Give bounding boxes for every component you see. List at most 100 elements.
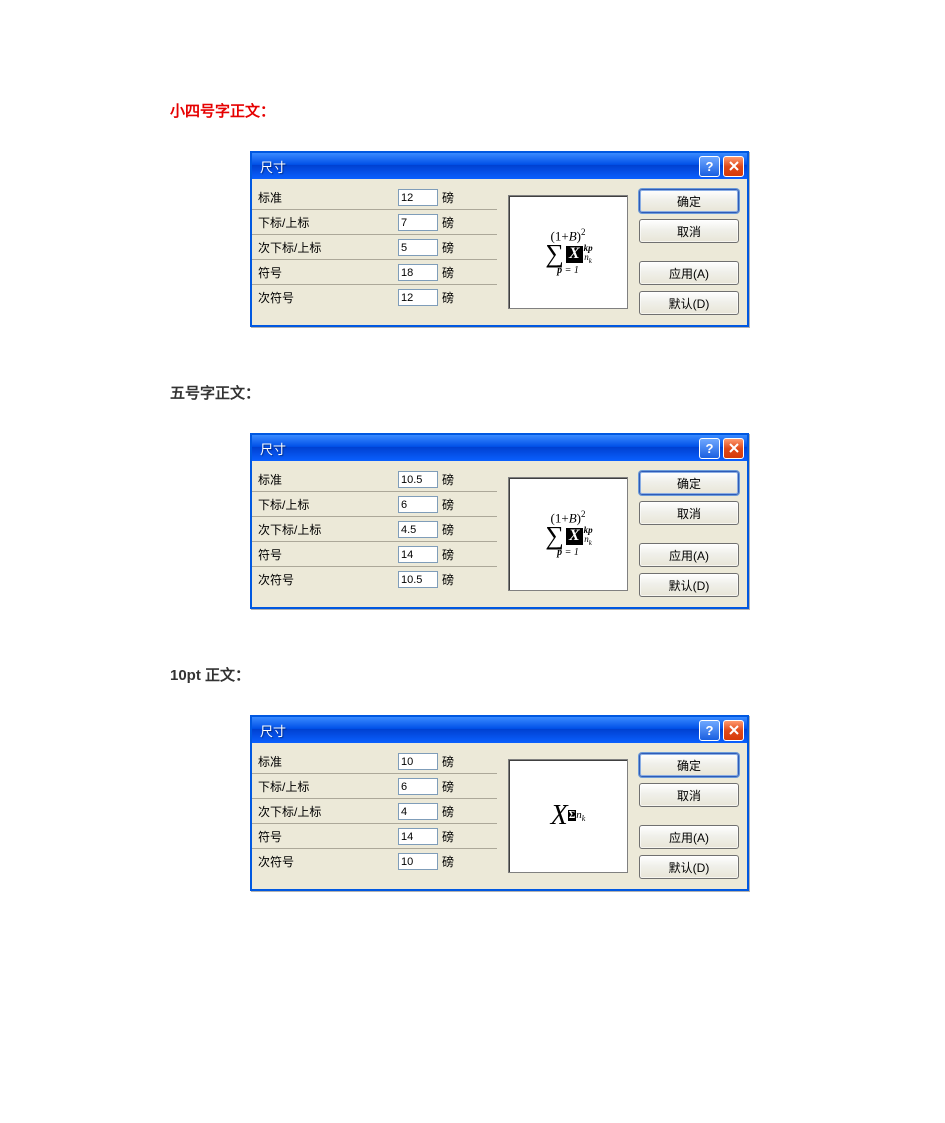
- field-row-subsymbol: 次符号 12 磅: [252, 285, 497, 310]
- close-icon: [729, 725, 739, 735]
- default-button[interactable]: 默认(D): [639, 855, 739, 879]
- close-button[interactable]: [723, 720, 744, 741]
- unit-label: 磅: [442, 778, 454, 795]
- question-icon: ?: [706, 441, 714, 456]
- help-button[interactable]: ?: [699, 720, 720, 741]
- subsubsup-input[interactable]: 5: [398, 239, 438, 256]
- symbol-input[interactable]: 14: [398, 546, 438, 563]
- unit-label: 磅: [442, 521, 454, 538]
- field-row-standard: 标准 12 磅: [252, 185, 497, 210]
- field-row-symbol: 符号 18 磅: [252, 260, 497, 285]
- field-row-standard: 标准 10.5 磅: [252, 467, 497, 492]
- dialog-title: 尺寸: [260, 721, 699, 740]
- unit-label: 磅: [442, 289, 454, 306]
- ok-button[interactable]: 确定: [639, 753, 739, 777]
- buttons-column: 确定 取消 应用(A) 默认(D): [639, 467, 741, 601]
- section-wuhao: 五号字正文： 尺寸 ? 标准 10.5 磅: [170, 382, 945, 609]
- subsubsup-input[interactable]: 4.5: [398, 521, 438, 538]
- apply-button[interactable]: 应用(A): [639, 825, 739, 849]
- ok-button[interactable]: 确定: [639, 189, 739, 213]
- unit-label: 磅: [442, 189, 454, 206]
- size-dialog: 尺寸 ? 标准 12 磅 下标/上标 7: [250, 151, 749, 327]
- subsymbol-input[interactable]: 10.5: [398, 571, 438, 588]
- field-label: 下标/上标: [258, 496, 398, 513]
- unit-label: 磅: [442, 571, 454, 588]
- field-label: 次下标/上标: [258, 803, 398, 820]
- symbol-input[interactable]: 18: [398, 264, 438, 281]
- cancel-button[interactable]: 取消: [639, 501, 739, 525]
- unit-label: 磅: [442, 239, 454, 256]
- ok-button[interactable]: 确定: [639, 471, 739, 495]
- field-row-subsymbol: 次符号 10 磅: [252, 849, 497, 874]
- symbol-input[interactable]: 14: [398, 828, 438, 845]
- subsymbol-input[interactable]: 10: [398, 853, 438, 870]
- field-label: 标准: [258, 189, 398, 206]
- section-heading: 五号字正文：: [170, 382, 945, 403]
- field-label: 次符号: [258, 571, 398, 588]
- close-button[interactable]: [723, 438, 744, 459]
- unit-label: 磅: [442, 853, 454, 870]
- dialog-titlebar[interactable]: 尺寸 ?: [252, 153, 747, 179]
- dialog-body: 标准 12 磅 下标/上标 7 磅 次下标/上标 5 磅: [252, 179, 747, 325]
- apply-button[interactable]: 应用(A): [639, 261, 739, 285]
- preview-column: XΣnk: [497, 749, 639, 883]
- field-label: 符号: [258, 828, 398, 845]
- field-label: 次符号: [258, 289, 398, 306]
- apply-button[interactable]: 应用(A): [639, 543, 739, 567]
- document-page: 小四号字正文： 尺寸 ? 标准 12 磅: [0, 0, 945, 1123]
- field-label: 次符号: [258, 853, 398, 870]
- buttons-column: 确定 取消 应用(A) 默认(D): [639, 749, 741, 883]
- field-row-subsubsup: 次下标/上标 4 磅: [252, 799, 497, 824]
- standard-input[interactable]: 12: [398, 189, 438, 206]
- section-xiaosi: 小四号字正文： 尺寸 ? 标准 12 磅: [170, 100, 945, 327]
- subsymbol-input[interactable]: 12: [398, 289, 438, 306]
- subsup-input[interactable]: 6: [398, 496, 438, 513]
- preview-column: (1+B)2 ∑ X kp nk p = 1: [497, 185, 639, 319]
- close-icon: [729, 161, 739, 171]
- subsubsup-input[interactable]: 4: [398, 803, 438, 820]
- help-button[interactable]: ?: [699, 438, 720, 459]
- field-row-subsup: 下标/上标 7 磅: [252, 210, 497, 235]
- field-label: 次下标/上标: [258, 521, 398, 538]
- section-10pt: 10pt 正文： 尺寸 ? 标准 10 磅: [170, 664, 945, 891]
- dialog-titlebar[interactable]: 尺寸 ?: [252, 435, 747, 461]
- default-button[interactable]: 默认(D): [639, 291, 739, 315]
- unit-label: 磅: [442, 496, 454, 513]
- cancel-button[interactable]: 取消: [639, 219, 739, 243]
- field-label: 次下标/上标: [258, 239, 398, 256]
- help-button[interactable]: ?: [699, 156, 720, 177]
- subsup-input[interactable]: 6: [398, 778, 438, 795]
- subsup-input[interactable]: 7: [398, 214, 438, 231]
- fields-column: 标准 12 磅 下标/上标 7 磅 次下标/上标 5 磅: [252, 185, 497, 319]
- standard-input[interactable]: 10.5: [398, 471, 438, 488]
- section-heading: 10pt 正文：: [170, 664, 945, 685]
- close-button[interactable]: [723, 156, 744, 177]
- field-row-symbol: 符号 14 磅: [252, 542, 497, 567]
- unit-label: 磅: [442, 214, 454, 231]
- standard-input[interactable]: 10: [398, 753, 438, 770]
- question-icon: ?: [706, 723, 714, 738]
- field-row-subsup: 下标/上标 6 磅: [252, 774, 497, 799]
- titlebar-buttons: ?: [699, 438, 744, 459]
- formula-preview: (1+B)2 ∑ X kp nk p = 1: [508, 195, 628, 309]
- buttons-column: 确定 取消 应用(A) 默认(D): [639, 185, 741, 319]
- field-label: 符号: [258, 546, 398, 563]
- field-row-subsymbol: 次符号 10.5 磅: [252, 567, 497, 592]
- field-label: 标准: [258, 471, 398, 488]
- question-icon: ?: [706, 159, 714, 174]
- titlebar-buttons: ?: [699, 720, 744, 741]
- unit-label: 磅: [442, 753, 454, 770]
- unit-label: 磅: [442, 828, 454, 845]
- default-button[interactable]: 默认(D): [639, 573, 739, 597]
- dialog-titlebar[interactable]: 尺寸 ?: [252, 717, 747, 743]
- field-label: 下标/上标: [258, 214, 398, 231]
- unit-label: 磅: [442, 546, 454, 563]
- dialog-title: 尺寸: [260, 439, 699, 458]
- cancel-button[interactable]: 取消: [639, 783, 739, 807]
- unit-label: 磅: [442, 803, 454, 820]
- fields-column: 标准 10.5 磅 下标/上标 6 磅 次下标/上标 4.5 磅: [252, 467, 497, 601]
- unit-label: 磅: [442, 264, 454, 281]
- size-dialog: 尺寸 ? 标准 10 磅 下标/上标 6: [250, 715, 749, 891]
- dialog-body: 标准 10.5 磅 下标/上标 6 磅 次下标/上标 4.5 磅: [252, 461, 747, 607]
- field-label: 下标/上标: [258, 778, 398, 795]
